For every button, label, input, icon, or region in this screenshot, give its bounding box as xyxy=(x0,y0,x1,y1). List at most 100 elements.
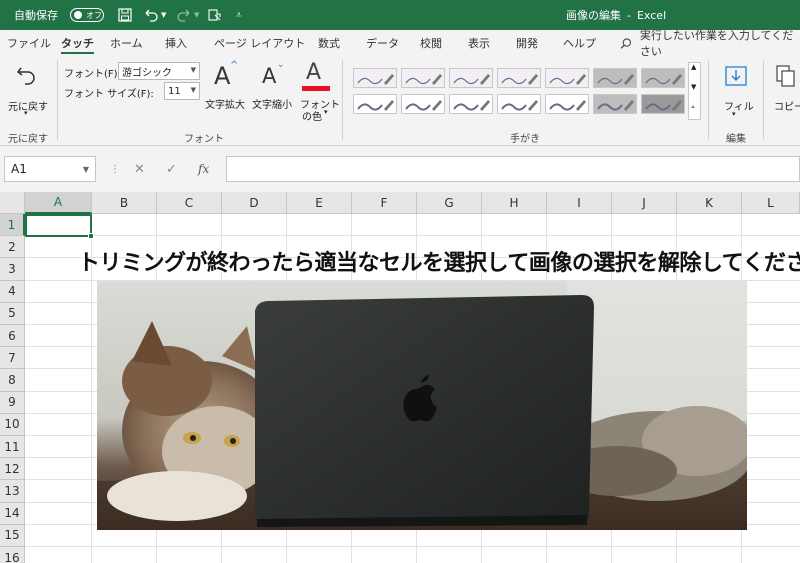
pen-swatch-4[interactable] xyxy=(497,68,541,88)
redo-dropdown-icon[interactable]: ▼ xyxy=(194,11,199,19)
row-header-5[interactable]: 5 xyxy=(0,302,25,325)
customize-qat-icon[interactable]: ⩡ xyxy=(236,0,242,30)
column-header-h[interactable]: H xyxy=(482,192,547,214)
row-header-15[interactable]: 15 xyxy=(0,524,25,547)
save-button[interactable] xyxy=(118,0,132,30)
grow-arrow-icon: ^ xyxy=(230,60,239,71)
chevron-down-icon: ▼ xyxy=(190,66,196,74)
row-header-11[interactable]: 11 xyxy=(0,436,25,459)
tab-help[interactable]: ヘルプ xyxy=(563,30,596,56)
pen-swatch-7[interactable] xyxy=(641,68,685,88)
row-header-13[interactable]: 13 xyxy=(0,480,25,503)
row-header-16[interactable]: 16 xyxy=(0,547,25,563)
pen-swatch-12[interactable] xyxy=(545,94,589,114)
autosave-label: 自動保存 xyxy=(14,9,58,22)
column-header-e[interactable]: E xyxy=(287,192,352,214)
font-name-combo[interactable]: 游ゴシック ▼ xyxy=(118,62,200,80)
row-header-1[interactable]: 1 xyxy=(0,214,25,237)
fill-label: フィル xyxy=(724,102,754,113)
font-size-combo[interactable]: 11 ▼ xyxy=(164,82,200,100)
scroll-down-icon[interactable]: ▼ xyxy=(691,83,696,91)
tab-page-layout[interactable]: ページ レイアウト xyxy=(214,30,305,56)
pen-swatch-11[interactable] xyxy=(497,94,541,114)
column-header-a[interactable]: A xyxy=(25,192,92,214)
row-header-2[interactable]: 2 xyxy=(0,236,25,259)
font-color-dropdown-icon: ▾ xyxy=(324,108,328,116)
undo-dropdown-icon[interactable]: ▼ xyxy=(161,11,166,19)
pen-swatch-10[interactable] xyxy=(449,94,493,114)
undo-large-icon xyxy=(16,67,35,85)
row-header-10[interactable]: 10 xyxy=(0,413,25,436)
pen-stroke-icon xyxy=(453,100,490,111)
tab-formulas[interactable]: 数式 xyxy=(318,30,340,56)
grow-font-button[interactable]: A ^ 文字拡大 xyxy=(205,58,249,118)
pen-swatch-13[interactable] xyxy=(593,94,637,114)
undo-button-label: 元に戻す xyxy=(8,102,48,113)
undo-button[interactable]: ▼ xyxy=(143,0,166,30)
tab-touch[interactable]: タッチ xyxy=(61,30,94,56)
formula-input[interactable] xyxy=(226,156,800,182)
ribbon-undo-button[interactable]: 元に戻す ▾ xyxy=(8,62,48,122)
column-header-l[interactable]: L xyxy=(742,192,800,214)
pen-swatch-14[interactable] xyxy=(641,94,685,114)
tab-data[interactable]: データ xyxy=(366,30,399,56)
column-header-i[interactable]: I xyxy=(547,192,612,214)
row-header-4[interactable]: 4 xyxy=(0,280,25,303)
pen-stroke-icon xyxy=(405,74,442,85)
column-header-c[interactable]: C xyxy=(157,192,222,214)
row-header-6[interactable]: 6 xyxy=(0,325,25,348)
redo-button[interactable]: ▼ xyxy=(176,0,199,30)
row-header-9[interactable]: 9 xyxy=(0,391,25,414)
ink-group-label: 手がき xyxy=(510,134,540,145)
cancel-icon[interactable]: ✕ xyxy=(134,156,145,182)
shrink-arrow-icon: ⌄ xyxy=(277,60,285,70)
active-cell-a1[interactable] xyxy=(25,214,94,239)
font-name-value: 游ゴシック xyxy=(122,67,172,79)
column-header-k[interactable]: K xyxy=(677,192,742,214)
pen-swatch-2[interactable] xyxy=(401,68,445,88)
row-header-7[interactable]: 7 xyxy=(0,347,25,370)
copy-button[interactable]: コピー xyxy=(770,62,800,122)
pen-swatch-3[interactable] xyxy=(449,68,493,88)
pen-stroke-icon xyxy=(549,74,586,85)
pen-swatch-6[interactable] xyxy=(593,68,637,88)
pen-swatch-9[interactable] xyxy=(401,94,445,114)
font-name-label: フォント(F): xyxy=(64,69,121,80)
enter-icon[interactable]: ✓ xyxy=(166,156,177,182)
column-header-g[interactable]: G xyxy=(417,192,482,214)
app-name: Excel xyxy=(636,8,667,22)
row-header-14[interactable]: 14 xyxy=(0,502,25,525)
font-color-button[interactable]: A フォント の色 ▾ xyxy=(300,58,340,124)
fill-handle[interactable] xyxy=(88,233,94,239)
shrink-font-button[interactable]: A ⌄ 文字縮小 xyxy=(252,58,296,118)
column-header-d[interactable]: D xyxy=(222,192,287,214)
name-box[interactable]: A1 ▼ xyxy=(4,156,96,182)
column-header-j[interactable]: J xyxy=(612,192,677,214)
row-header-3[interactable]: 3 xyxy=(0,258,25,281)
pen-gallery-scroll[interactable]: ▲ ▼ ⩡ xyxy=(688,62,701,120)
cat-laptop-photo[interactable] xyxy=(97,281,747,530)
grow-font-label: 文字拡大 xyxy=(205,100,245,111)
pen-swatch-1[interactable] xyxy=(353,68,397,88)
pen-swatch-5[interactable] xyxy=(545,68,589,88)
tab-file[interactable]: ファイル xyxy=(7,30,51,56)
tab-insert[interactable]: 挿入 xyxy=(165,30,187,56)
autosave-toggle[interactable]: オフ xyxy=(70,8,104,22)
pen-swatch-8[interactable] xyxy=(353,94,397,114)
tab-home[interactable]: ホーム xyxy=(110,30,143,56)
tab-view[interactable]: 表示 xyxy=(468,30,490,56)
gallery-more-icon[interactable]: ⩡ xyxy=(691,103,695,112)
fill-button[interactable]: フィル ▾ xyxy=(718,62,754,122)
select-all-corner[interactable] xyxy=(0,192,25,214)
search-box[interactable]: 実行したい作業を入力してください xyxy=(620,29,800,58)
touch-mode-button[interactable] xyxy=(208,0,222,30)
pen-stroke-icon xyxy=(501,74,538,85)
row-header-12[interactable]: 12 xyxy=(0,458,25,481)
tab-developer[interactable]: 開発 xyxy=(516,30,538,56)
tab-review[interactable]: 校閲 xyxy=(420,30,442,56)
column-header-b[interactable]: B xyxy=(92,192,157,214)
column-header-f[interactable]: F xyxy=(352,192,417,214)
scroll-up-icon[interactable]: ▲ xyxy=(691,63,696,71)
insert-function-icon[interactable]: fx xyxy=(198,156,209,182)
row-header-8[interactable]: 8 xyxy=(0,369,25,392)
